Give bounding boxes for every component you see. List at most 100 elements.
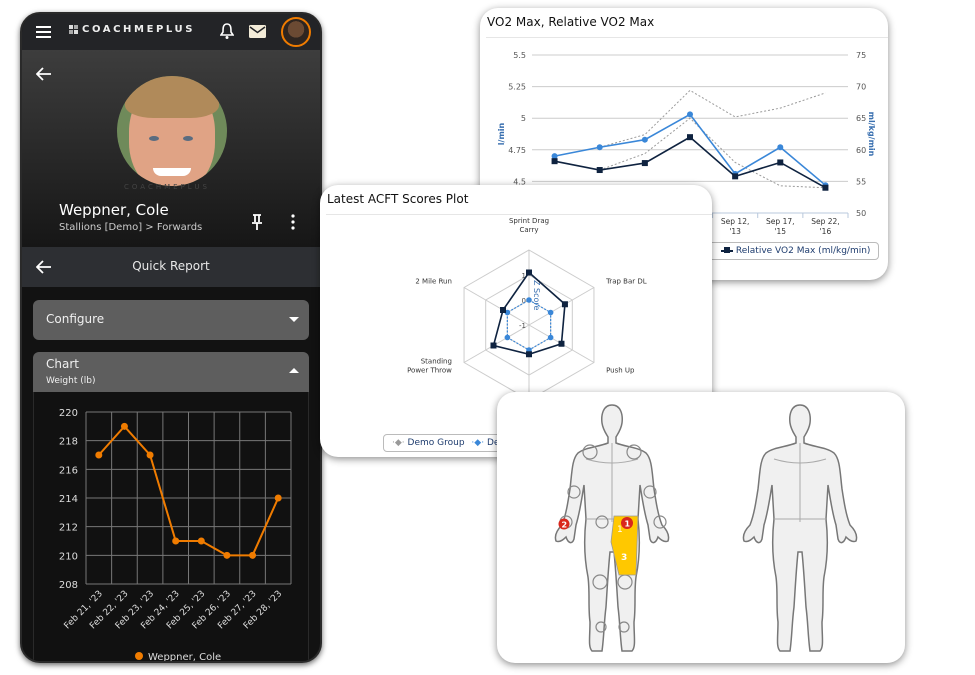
radar-point [561,301,568,308]
injury-marker-2-label: 2 [562,521,568,530]
data-point [274,494,282,502]
data-point [641,160,648,167]
menu-icon[interactable] [36,25,52,39]
radar-spoke [463,324,530,363]
y-left-tick-label: 5.5 [513,51,526,60]
brand-name: COACHMEPLUS [82,24,196,35]
radar-point [490,342,497,349]
legend-item-demo-group[interactable]: Demo Group [408,438,465,448]
radar-axis-label: Trap Bar DL [605,278,647,286]
series-line [554,136,826,189]
x-tick-label: '15 [774,227,786,236]
y-right-tick-label: 50 [856,209,866,218]
back-body-figure[interactable] [742,404,858,652]
data-point [777,144,784,151]
caret-down-icon [289,317,299,322]
caret-up-icon [289,368,299,373]
body-map: 1 3 1 2 [554,404,858,652]
data-point [197,537,205,545]
legend-marker [135,652,143,660]
chart-panel-header[interactable]: Chart Weight (lb) [33,352,309,392]
y-tick-label: 216 [59,465,78,476]
y-right-tick-label: 65 [856,114,866,123]
data-point [641,136,648,143]
chart-panel-subtitle: Weight (lb) [46,376,96,386]
quick-report-bar: Quick Report [22,247,320,287]
watermark: COACHMEPLUS [124,183,210,191]
region-label-1: 1 [617,525,623,535]
radar-axis-label: Standing [421,358,452,366]
profile-header: COACHMEPLUS Weppner, Cole Stallions [Dem… [22,50,320,247]
mail-icon[interactable] [249,25,266,38]
data-point [120,422,128,430]
x-tick-label: Sep 12, [721,217,749,226]
quick-report-title: Quick Report [132,259,210,273]
body-map-card: 1 3 1 2 [497,392,905,663]
y-right-tick-label: 55 [856,177,866,186]
y-left-tick-label: 5.25 [508,83,526,92]
radar-point [547,334,554,341]
configure-panel[interactable]: Configure [33,300,309,340]
chart-panel-title: Chart [46,357,79,371]
radar-point [558,340,565,347]
y-tick-label: 214 [59,494,78,505]
y-left-tick-label: 4.75 [508,146,526,155]
data-point [687,134,693,141]
y-left-axis-title: l/min [497,122,506,145]
radar-axis-label: 2 Mile Run [415,278,452,286]
front-body-figure[interactable] [554,404,670,652]
radar-ring-label: 0 [522,297,526,305]
y-tick-label: 220 [59,408,78,419]
legend-item-relative-vo2[interactable]: Relative VO2 Max (ml/kg/min) [736,246,871,256]
profile-photo [117,76,227,186]
legend-marker-demo-group: ·◆· [392,438,405,448]
y-right-tick-label: 75 [856,51,866,60]
x-tick-label: Sep 17, [766,217,794,226]
radar-axis-label: Power Throw [407,367,452,375]
radar-point [547,309,554,316]
data-point [551,158,558,165]
avatar[interactable] [281,17,311,47]
data-point [732,173,739,180]
bell-icon[interactable] [220,23,234,40]
y-tick-label: 218 [59,437,78,448]
pin-icon[interactable] [251,214,263,230]
radar-axis-label: Push Up [606,367,635,375]
top-bar: COACHMEPLUS [22,14,320,50]
radar-point [504,334,511,341]
brand-logo-icon [69,25,78,34]
radar-point [526,297,532,303]
data-point [596,167,603,174]
configure-label: Configure [46,312,105,326]
more-vertical-icon[interactable] [291,214,295,230]
series-line [599,117,826,189]
data-point [223,551,231,559]
data-point [822,184,829,191]
y-right-tick-label: 70 [856,83,866,92]
data-point [596,144,603,151]
radar-point [500,307,507,313]
y-tick-label: 210 [59,551,78,562]
y-tick-label: 212 [59,523,78,534]
y-right-tick-label: 60 [856,146,866,155]
back-arrow-icon[interactable] [36,67,52,81]
data-point [777,159,784,166]
radar-point [526,351,532,358]
profile-path: Stallions [Demo] > Forwards [59,222,203,233]
data-point [95,451,103,459]
data-point [249,551,257,559]
mobile-app-screen: COACHMEPLUS COACHMEPLUS Weppner, Cole St… [20,12,322,663]
legend-label: Weppner, Cole [148,652,221,663]
injury-marker-1-label: 1 [625,520,631,529]
data-point [687,111,693,118]
radar-axis-label: Carry [520,226,539,234]
radar-axis-label: Sprint Drag [509,217,549,225]
y-left-tick-label: 5 [521,114,526,123]
legend-marker-square [721,246,734,253]
y-tick-label: 208 [59,580,78,591]
x-tick-label: '13 [729,227,741,236]
x-tick-label: '16 [820,227,832,236]
vo2-legend: VG Relative VO2 Max (ml/kg/min) [690,242,880,260]
radar-point [526,269,532,276]
data-point [172,537,180,545]
